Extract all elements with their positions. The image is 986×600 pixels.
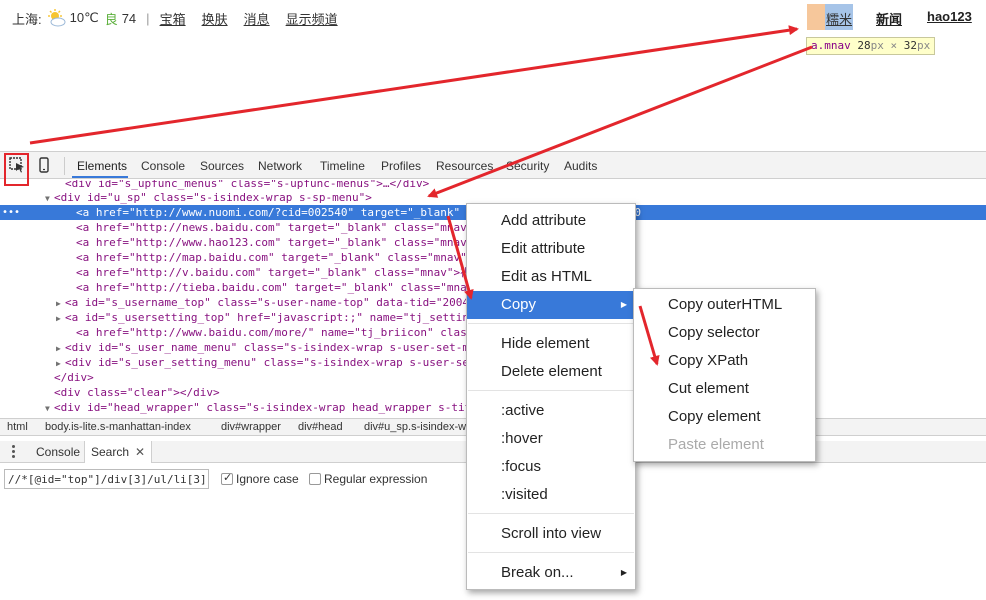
tab-elements[interactable]: Elements [77,159,127,173]
crumb-wrapper[interactable]: div#wrapper [221,419,281,435]
separator: | [146,10,150,26]
active-tab-indicator [72,176,128,178]
node-markup: <a id="s_username_top" class="s-user-nam… [65,296,516,309]
menu-item-edit-attribute[interactable]: Edit attribute [467,235,635,263]
node-markup: <a href="http://v.baidu.com" target="_bl… [76,266,509,279]
node-markup: <div class="clear"></div> [54,386,220,399]
tab-console[interactable]: Console [141,159,185,173]
regex-label: Regular expression [324,472,428,486]
devtools-tabbar: Elements Console Sources Network Timelin… [0,152,986,179]
tab-resources[interactable]: Resources [436,159,493,173]
context-menu: Add attribute Edit attribute Edit as HTML C… [466,203,636,590]
tab-security[interactable]: Security [506,159,549,173]
link-treasure-box[interactable]: 宝箱 [160,9,186,28]
crumb-head[interactable]: div#head [298,419,343,435]
submenu-item-copy-xpath[interactable]: Copy XPath [634,347,815,375]
crumb-html[interactable]: html [7,419,28,435]
nav-hao123[interactable]: hao123 [927,9,972,24]
link-change-skin[interactable]: 换肤 [202,9,228,28]
element-size-tooltip: a.mnav 28px × 32px [806,37,936,55]
copy-submenu: Copy outerHTML Copy selector Copy XPath Cut… [633,288,816,462]
tab-sources[interactable]: Sources [200,159,244,173]
menu-item-delete-element[interactable]: Delete element [467,358,635,386]
node-markup: <div id="u_sp" class="s-isindex-wrap s-s… [54,191,372,204]
toolbar-divider [64,157,65,175]
link-messages[interactable]: 消息 [244,9,270,28]
node-markup: <a href="http://news.baidu.com" target="… [76,221,529,234]
ignore-case-checkbox[interactable] [221,471,233,485]
annotation-arrow-1 [29,25,799,145]
node-markup: <a href="http://map.baidu.com" target="_… [76,251,522,264]
menu-item-edit-as-html[interactable]: Edit as HTML [467,263,635,291]
ignore-case-label: Ignore case [236,472,299,486]
submenu-item-copy-outerhtml[interactable]: Copy outerHTML [634,291,815,319]
submenu-item-copy-selector[interactable]: Copy selector [634,319,815,347]
tooltip-selector: a.mnav [811,39,851,52]
tab-timeline[interactable]: Timeline [320,159,365,173]
submenu-arrow-icon: ▶ [620,300,627,309]
tab-network[interactable]: Network [258,159,302,173]
link-show-channels[interactable]: 显示频道 [286,9,338,28]
regex-checkbox[interactable] [309,473,321,485]
menu-item-scroll-into-view[interactable]: Scroll into view [467,520,635,548]
menu-item-visited[interactable]: :visited [467,481,635,509]
node-markup: </div> [54,371,94,384]
expand-triangle-icon[interactable]: ▼ [45,401,54,416]
node-markup: <div id="head_wrapper" class="s-isindex-… [54,401,525,414]
temperature: 10℃ [69,10,99,25]
mnav-highlight[interactable]: 糯米 [807,4,853,30]
tab-audits[interactable]: Audits [564,159,597,173]
menu-item-add-attribute[interactable]: Add attribute [467,207,635,235]
tooltip-height: 32 [903,39,917,52]
menu-separator [468,323,634,324]
tooltip-width: 28 [857,39,871,52]
expand-triangle-icon[interactable]: ▶ [56,296,65,311]
menu-item-active[interactable]: :active [467,397,635,425]
nav-nuomi[interactable]: 糯米 [826,9,852,28]
drawer-menu-icon[interactable] [12,445,16,459]
drawer-tab-search[interactable]: Search ✕ [84,441,153,463]
close-icon[interactable]: ✕ [135,445,145,459]
air-quality-value: 74 [121,10,137,26]
crumb-body[interactable]: body.is-lite.s-manhattan-index [45,419,191,435]
submenu-item-copy-element[interactable]: Copy element [634,403,815,431]
sunny-cloud-icon [46,9,66,27]
menu-item-hover[interactable]: :hover [467,425,635,453]
search-input[interactable] [4,469,209,489]
menu-separator [468,390,634,391]
menu-item-copy[interactable]: Copy ▶ [467,291,635,319]
weather-bar: 上海: 10℃ 良 74 | 宝箱 换肤 消息 显示频道 [12,9,354,27]
baidu-top-bar: 上海: 10℃ 良 74 | 宝箱 换肤 消息 显示频道 糯米 新闻 hao12… [0,0,986,55]
city-label: 上海: [12,11,42,27]
tab-profiles[interactable]: Profiles [381,159,421,173]
expand-triangle-icon[interactable]: ▶ [56,356,65,371]
mnav-padding-overlay [807,4,825,30]
menu-item-hide-element[interactable]: Hide element [467,330,635,358]
submenu-arrow-icon: ▶ [620,568,627,577]
menu-item-break-on[interactable]: Break on... ▶ [467,559,635,587]
drawer-tab-console[interactable]: Console [30,441,86,463]
expand-triangle-icon[interactable]: ▶ [56,341,65,356]
node-markup: <div id="s_upfunc_menus" class="s-upfunc… [65,180,430,190]
submenu-item-paste-element[interactable]: Paste element [634,431,815,459]
nav-news[interactable]: 新闻 [876,9,902,28]
device-mode-icon[interactable] [37,157,55,175]
menu-separator [468,552,634,553]
menu-item-focus[interactable]: :focus [467,453,635,481]
expand-triangle-icon[interactable]: ▼ [45,191,54,206]
menu-separator [468,513,634,514]
node-options-icon[interactable]: ••• [2,205,20,220]
air-quality-label: 良 [104,11,118,27]
expand-triangle-icon[interactable]: ▶ [56,311,65,326]
submenu-item-cut-element[interactable]: Cut element [634,375,815,403]
